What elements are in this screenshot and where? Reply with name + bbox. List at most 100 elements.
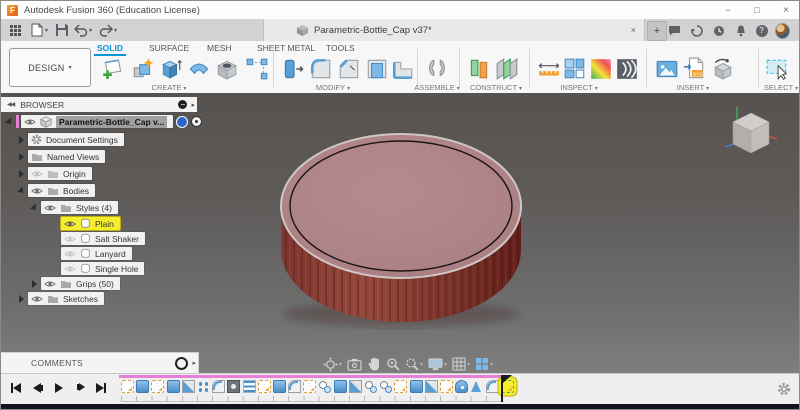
zoom-icon[interactable] bbox=[386, 357, 400, 371]
timeline-play-button[interactable] bbox=[55, 383, 63, 393]
tree-row-sketches[interactable]: Sketches bbox=[19, 292, 104, 305]
visibility-eye-icon-dim[interactable] bbox=[31, 170, 43, 178]
redo-icon[interactable] bbox=[98, 22, 114, 38]
assemble-group-label[interactable]: ASSEMBLE ▾ bbox=[414, 83, 459, 92]
tree-label[interactable]: Lanyard bbox=[95, 249, 126, 259]
expand-arrow[interactable] bbox=[32, 279, 37, 288]
tree-label[interactable]: Document Settings bbox=[46, 135, 118, 145]
hole-icon[interactable] bbox=[215, 57, 239, 81]
expand-arrow[interactable] bbox=[16, 185, 27, 196]
tree-row-single-hole[interactable]: Single Hole bbox=[61, 262, 145, 275]
tree-label[interactable]: Origin bbox=[63, 169, 86, 179]
tree-row-lanyard[interactable]: Lanyard bbox=[61, 247, 132, 260]
tab-close-icon[interactable]: × bbox=[631, 25, 636, 35]
tree-label[interactable]: Grips (50) bbox=[76, 279, 114, 289]
undo-icon[interactable] bbox=[73, 22, 89, 38]
visibility-eye-icon-dim[interactable] bbox=[64, 265, 76, 273]
new-tab-button[interactable]: + bbox=[647, 21, 667, 41]
tree-label[interactable]: Single Hole bbox=[95, 264, 138, 274]
fillet-icon[interactable] bbox=[309, 57, 333, 81]
timeline-feature-sketch[interactable] bbox=[151, 380, 165, 393]
browser-chevron-icon[interactable]: ▸ bbox=[191, 101, 195, 109]
offset-face-icon[interactable] bbox=[391, 57, 415, 81]
tree-row-styles[interactable]: Styles (4) bbox=[29, 201, 118, 214]
shell-icon[interactable] bbox=[365, 57, 389, 81]
help-icon[interactable]: ? bbox=[754, 23, 769, 38]
tree-row-document-settings[interactable]: Document Settings bbox=[19, 133, 124, 146]
notifications-bell-icon[interactable] bbox=[733, 23, 748, 38]
comments-panel[interactable]: COMMENTS ▸ bbox=[1, 352, 199, 374]
tree-label[interactable]: Parametric-Bottle_Cap v... bbox=[56, 115, 168, 128]
bottle-cap-model[interactable] bbox=[269, 126, 533, 336]
expand-arrow[interactable] bbox=[19, 135, 24, 144]
browser-remove-icon[interactable]: − bbox=[178, 100, 188, 109]
expand-arrow[interactable] bbox=[29, 202, 40, 213]
timeline-feature-chamfer[interactable] bbox=[348, 380, 362, 393]
canvas-icon[interactable] bbox=[655, 57, 679, 81]
timeline-feature-shell[interactable] bbox=[227, 380, 241, 393]
viewport-3d[interactable]: ◀◀ BROWSER − ▸ Parametric-Bottle_Cap v..… bbox=[1, 93, 799, 374]
tree-label[interactable]: Plain bbox=[95, 219, 114, 229]
grid-settings-icon[interactable]: ▾ bbox=[452, 357, 470, 371]
history-clock-icon[interactable] bbox=[711, 23, 726, 38]
press-pull-icon[interactable] bbox=[281, 57, 305, 81]
construct-midplane-icon[interactable] bbox=[495, 57, 519, 81]
maximize-button[interactable]: □ bbox=[744, 1, 770, 19]
timeline-feature-hole[interactable] bbox=[379, 380, 393, 393]
timeline-go-to-end-button[interactable] bbox=[96, 383, 106, 393]
expand-arrow[interactable] bbox=[4, 116, 15, 127]
tree-label[interactable]: Sketches bbox=[63, 294, 98, 304]
pan-icon[interactable] bbox=[367, 357, 381, 371]
modify-group-label[interactable]: MODIFY ▾ bbox=[316, 83, 350, 92]
insert-svg-icon[interactable]: SVG bbox=[683, 57, 707, 81]
look-at-icon[interactable] bbox=[347, 358, 362, 371]
tree-label[interactable]: Styles (4) bbox=[76, 203, 112, 213]
timeline-feature-mirror[interactable] bbox=[470, 380, 483, 393]
draft-analysis-icon[interactable] bbox=[615, 57, 639, 81]
tree-label[interactable]: Bodies bbox=[63, 186, 89, 196]
visibility-eye-icon[interactable] bbox=[31, 187, 43, 195]
timeline-feature-extrude[interactable] bbox=[166, 380, 180, 393]
tree-row-bodies[interactable]: Bodies bbox=[16, 184, 95, 197]
browser-collapse-icon[interactable]: ◀◀ bbox=[7, 101, 15, 108]
tab-solid[interactable]: SOLID bbox=[94, 41, 126, 56]
visibility-eye-icon[interactable] bbox=[31, 295, 43, 303]
timeline-feature-fillet[interactable] bbox=[485, 380, 499, 393]
timeline-go-to-start-button[interactable] bbox=[11, 383, 21, 393]
timeline-feature-sketch[interactable] bbox=[121, 380, 134, 393]
new-component-icon[interactable] bbox=[131, 57, 155, 81]
view-cube[interactable] bbox=[719, 101, 783, 165]
visibility-eye-icon-dim[interactable] bbox=[64, 250, 76, 258]
timeline-feature-chamfer[interactable] bbox=[181, 380, 195, 393]
tab-tools[interactable]: TOOLS bbox=[323, 41, 358, 54]
minimize-button[interactable]: − bbox=[715, 1, 741, 19]
tab-surface[interactable]: SURFACE bbox=[146, 41, 192, 54]
curvature-map-icon[interactable] bbox=[589, 57, 613, 81]
tree-row-plain[interactable]: Plain bbox=[61, 217, 120, 230]
expand-arrow[interactable] bbox=[19, 294, 24, 303]
tree-row-grips[interactable]: Grips (50) bbox=[32, 277, 120, 290]
timeline-feature-fillet[interactable] bbox=[288, 380, 302, 393]
joint-icon[interactable] bbox=[425, 57, 449, 81]
visibility-eye-icon[interactable] bbox=[64, 220, 76, 228]
section-analysis-icon[interactable] bbox=[563, 57, 587, 81]
design-workspace-button[interactable]: DESIGN ▾ bbox=[9, 48, 91, 87]
comments-chevron-icon[interactable]: ▸ bbox=[192, 359, 196, 367]
visibility-eye-icon[interactable] bbox=[44, 204, 56, 212]
timeline-feature-extrude[interactable] bbox=[409, 380, 423, 393]
measure-icon[interactable] bbox=[537, 57, 561, 81]
timeline-feature-sketch[interactable] bbox=[257, 380, 271, 393]
user-avatar[interactable] bbox=[775, 22, 790, 39]
tab-mesh[interactable]: MESH bbox=[204, 41, 235, 54]
tree-row-named-views[interactable]: Named Views bbox=[19, 150, 106, 163]
timeline-feature-extrude[interactable] bbox=[333, 380, 347, 393]
viewports-icon[interactable]: ▾ bbox=[475, 357, 493, 371]
derive-icon[interactable] bbox=[711, 57, 735, 81]
timeline-feature-pattern[interactable] bbox=[197, 380, 210, 393]
timeline-feature-fillet[interactable] bbox=[212, 380, 226, 393]
timeline-step-back-button[interactable] bbox=[33, 383, 43, 393]
timeline-feature-revolve[interactable] bbox=[455, 380, 469, 393]
display-settings-icon[interactable]: ▾ bbox=[428, 357, 447, 371]
timeline-feature-extrude[interactable] bbox=[272, 380, 286, 393]
save-icon[interactable] bbox=[54, 22, 70, 38]
